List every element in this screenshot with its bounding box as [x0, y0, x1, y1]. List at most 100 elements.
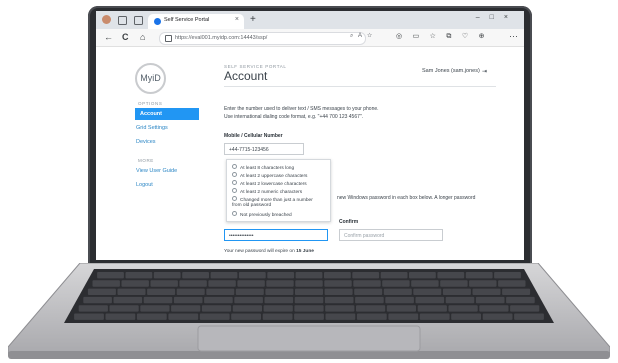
- keyboard-key: [510, 305, 540, 312]
- keyboard-key: [83, 296, 112, 304]
- new-tab-button[interactable]: +: [250, 14, 256, 26]
- keyboard-key: [386, 305, 416, 312]
- collections-icon[interactable]: ⧉: [446, 33, 451, 41]
- sidebar-item-user-guide[interactable]: View User Guide: [136, 168, 177, 174]
- circle-icon: [232, 164, 237, 169]
- keyboard-key: [498, 280, 526, 287]
- favicon-icon: [154, 18, 161, 25]
- keyboard-key: [417, 305, 447, 312]
- myid-logo: MyiD: [135, 63, 166, 94]
- keyboard-key: [294, 313, 324, 320]
- expiry-hint: Your new password will expire on 15 June: [224, 249, 314, 254]
- keyboard-key: [267, 272, 295, 279]
- logout-icon[interactable]: ⇥: [482, 68, 487, 75]
- extension-icon[interactable]: ◎: [396, 32, 402, 40]
- window-controls[interactable]: –□×: [476, 14, 518, 21]
- lock-icon: [165, 35, 172, 42]
- keyboard-key: [201, 305, 232, 312]
- tab-actions-icon[interactable]: [134, 16, 143, 25]
- confirm-password-field[interactable]: Confirm password: [339, 229, 443, 241]
- browser-essentials-icon[interactable]: ♡: [462, 32, 468, 40]
- keyboard-key: [147, 288, 176, 295]
- split-screen-icon[interactable]: ▭: [413, 32, 420, 40]
- keyboard-key: [262, 313, 293, 320]
- instruction-text: Enter the number used to deliver text / …: [224, 106, 379, 112]
- keyboard-key: [237, 280, 265, 287]
- rule-changed-cont: from old password: [232, 203, 272, 208]
- home-icon[interactable]: ⌂: [140, 31, 145, 43]
- mobile-number-field[interactable]: +44-7715-123456: [224, 143, 304, 155]
- new-password-field[interactable]: ••••••••••••••: [224, 229, 328, 241]
- keyboard-key: [494, 272, 521, 279]
- keyboard-key: [445, 296, 475, 304]
- keyboard-key: [109, 305, 139, 312]
- confirm-password-placeholder: Confirm password: [344, 233, 385, 239]
- sidebar-item-logout[interactable]: Logout: [136, 182, 153, 188]
- toolbar-icons: ◎ ▭ ☆ ⧉ ♡ ⊕: [396, 32, 493, 41]
- keyboard-key: [87, 288, 116, 295]
- trackpad[interactable]: [197, 325, 421, 352]
- tab-self-service-portal[interactable]: Self Service Portal ×: [148, 14, 244, 29]
- favorite-icon[interactable]: ☆: [367, 33, 372, 39]
- more-menu-icon[interactable]: ···: [509, 31, 518, 41]
- page-title: Account: [224, 69, 268, 83]
- user-name[interactable]: Sam Jones (sam.jones): [422, 68, 480, 74]
- keyboard-key: [437, 272, 465, 279]
- keyboard-key: [97, 272, 124, 279]
- back-icon[interactable]: ←: [104, 31, 113, 43]
- keyboard-key: [469, 280, 497, 287]
- circle-icon: [232, 172, 237, 177]
- favorites-icon[interactable]: ☆: [430, 32, 436, 40]
- workspaces-icon[interactable]: [118, 16, 127, 25]
- edge-copilot-icon[interactable]: ⊕: [479, 32, 485, 40]
- sidebar-item-grid-settings[interactable]: Grid Settings: [136, 125, 168, 131]
- keyboard-key: [125, 272, 153, 279]
- sidebar-item-label: Account: [140, 111, 162, 117]
- address-bar[interactable]: https://eval001.myidp.com:14443/ssp/ ⌕ A…: [159, 32, 372, 45]
- new-password-value: ••••••••••••••: [229, 233, 254, 239]
- keyboard-key: [295, 288, 323, 295]
- mobile-label: Mobile / Cellular Number: [224, 133, 283, 139]
- close-tab-icon[interactable]: ×: [235, 16, 239, 23]
- keyboard-key: [388, 313, 419, 320]
- keyboard-key: [382, 280, 410, 287]
- keyboard-key: [482, 313, 513, 320]
- tab-strip: Self Service Portal × + –□×: [96, 11, 524, 29]
- refresh-icon[interactable]: C: [122, 31, 129, 43]
- keyboard-key: [325, 305, 355, 312]
- keyboard-key: [355, 296, 384, 304]
- confirm-label: Confirm: [339, 219, 359, 225]
- keyboard-key: [380, 272, 408, 279]
- circle-icon: [232, 196, 237, 201]
- keyboard-key: [117, 288, 146, 295]
- keyboard-key: [78, 305, 108, 312]
- sidebar-item-account[interactable]: Account: [135, 108, 199, 120]
- keyboard-key: [324, 272, 351, 279]
- keyboard-key: [451, 313, 481, 320]
- keyboard-key: [353, 280, 381, 287]
- keyboard-key: [325, 313, 356, 320]
- keyboard-key: [121, 280, 149, 287]
- password-instruction: new Windows password in each box below. …: [337, 195, 476, 201]
- keyboard-key: [324, 280, 352, 287]
- sidebar-item-devices[interactable]: Devices: [136, 139, 156, 145]
- profile-avatar[interactable]: [102, 15, 111, 24]
- keyboard-key: [199, 313, 230, 320]
- search-icon[interactable]: ⌕: [350, 33, 353, 39]
- circle-icon: [232, 188, 237, 193]
- keyboard-key: [324, 288, 353, 295]
- keyboard-key: [448, 305, 478, 312]
- address-bar-icons: ⌕ A ☆: [350, 33, 372, 40]
- keyboard-key: [324, 296, 354, 304]
- keyboard-key: [176, 288, 205, 295]
- keyboard-key: [383, 288, 412, 295]
- circle-icon: [232, 180, 237, 185]
- keyboard-key: [475, 296, 505, 304]
- circle-icon: [232, 211, 237, 216]
- keyboard-key: [231, 313, 261, 320]
- keyboard-key: [234, 296, 263, 304]
- keyboard-key: [295, 280, 323, 287]
- keyboard-key: [153, 272, 181, 279]
- read-aloud-icon[interactable]: A: [358, 33, 362, 39]
- keyboard-key: [92, 280, 120, 287]
